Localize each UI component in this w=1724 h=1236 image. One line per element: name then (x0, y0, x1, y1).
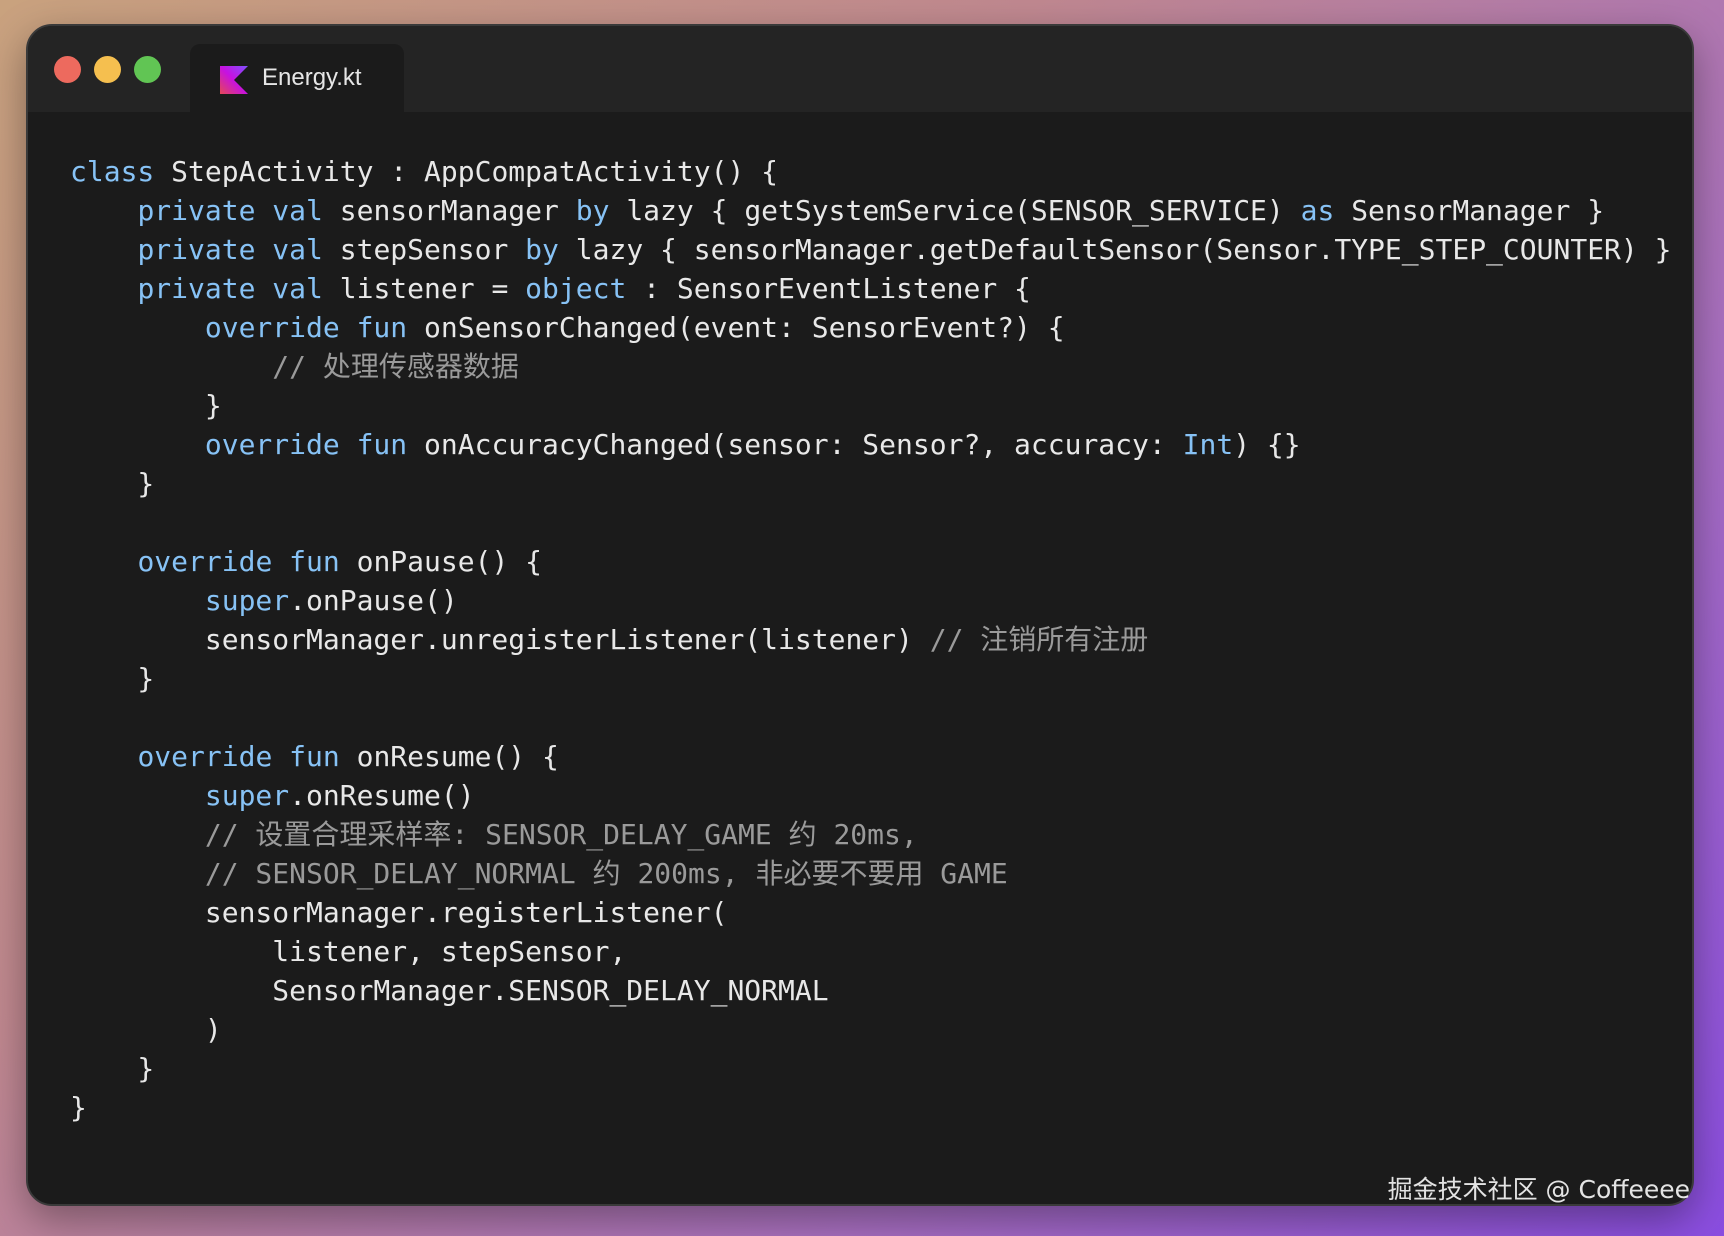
code-line: super.onResume() (70, 776, 1680, 815)
code-line: class StepActivity : AppCompatActivity()… (70, 152, 1680, 191)
code-text: sensorManager.registerListener( (70, 896, 728, 929)
code-text: onPause() { (339, 545, 543, 578)
code-text: } (70, 389, 222, 422)
code-keyword: class (70, 155, 155, 188)
code-keyword: override fun (137, 545, 340, 578)
file-tab[interactable]: Energy.kt (190, 44, 404, 114)
code-line: // 处理传感器数据 (70, 347, 1680, 386)
code-keyword: override fun (204, 311, 408, 344)
code-text: } (70, 1091, 87, 1124)
code-line: } (70, 386, 1680, 425)
code-text: StepActivity : AppCompatActivity() { (154, 155, 779, 188)
code-text: sensorManager (322, 194, 576, 227)
code-line: } (70, 1088, 1680, 1127)
code-text: } (70, 662, 155, 695)
code-editor[interactable]: class StepActivity : AppCompatActivity()… (70, 152, 1680, 1127)
code-text: lazy { sensorManager.getDefaultSensor(Se… (558, 233, 1672, 266)
code-text: SensorManager.SENSOR_DELAY_NORMAL (70, 974, 829, 1007)
code-text: listener, stepSensor, (70, 935, 627, 968)
code-line: private val stepSensor by lazy { sensorM… (70, 230, 1680, 269)
code-text: } (70, 467, 155, 500)
code-comment: // SENSOR_DELAY_NORMAL 约 200ms, 非必要不要用 G… (204, 857, 1008, 890)
code-text: .onPause() (289, 584, 458, 617)
code-keyword: override fun (137, 740, 340, 773)
code-line: } (70, 464, 1680, 503)
code-line: listener, stepSensor, (70, 932, 1680, 971)
minimize-window-button[interactable] (94, 56, 121, 83)
code-text: sensorManager.unregisterListener(listene… (70, 623, 930, 656)
code-text: listener = (322, 272, 526, 305)
title-bar: Energy.kt (28, 26, 1692, 114)
watermark: 掘金技术社区 @ Coffeeee (1387, 1175, 1690, 1204)
code-text: : SensorEventListener { (626, 272, 1031, 305)
code-text: onResume() { (339, 740, 559, 773)
code-keyword: by (525, 233, 559, 266)
code-text: stepSensor (322, 233, 526, 266)
code-line: override fun onResume() { (70, 737, 1680, 776)
close-window-button[interactable] (54, 56, 81, 83)
code-keyword: object (525, 272, 627, 305)
code-line: override fun onAccuracyChanged(sensor: S… (70, 425, 1680, 464)
file-tab-label: Energy.kt (262, 64, 362, 91)
code-text: .onResume() (289, 779, 475, 812)
zoom-window-button[interactable] (134, 56, 161, 83)
code-text: onAccuracyChanged(sensor: Sensor?, accur… (407, 428, 1183, 461)
code-text: } (70, 1052, 155, 1085)
code-keyword: super (204, 584, 290, 617)
code-keyword: private val (137, 194, 323, 227)
code-line: private val sensorManager by lazy { getS… (70, 191, 1680, 230)
code-keyword: by (575, 194, 610, 227)
code-line: override fun onPause() { (70, 542, 1680, 581)
code-line: sensorManager.registerListener( (70, 893, 1680, 932)
code-keyword: private val (137, 272, 323, 305)
code-text: lazy { getSystemService(SENSOR_SERVICE) (609, 194, 1301, 227)
code-comment: // 设置合理采样率: SENSOR_DELAY_GAME 约 20ms, (204, 818, 918, 851)
code-text: SensorManager } (1334, 194, 1605, 227)
code-comment: // 注销所有注册 (929, 623, 1149, 656)
kotlin-icon (220, 66, 248, 94)
code-line: } (70, 659, 1680, 698)
code-text: onSensorChanged(event: SensorEvent?) { (407, 311, 1065, 344)
code-line: ) (70, 1010, 1680, 1049)
code-keyword: Int (1182, 428, 1234, 461)
code-keyword: super (204, 779, 290, 812)
code-keyword: override fun (204, 428, 408, 461)
code-line: override fun onSensorChanged(event: Sens… (70, 308, 1680, 347)
code-line: SensorManager.SENSOR_DELAY_NORMAL (70, 971, 1680, 1010)
code-line: sensorManager.unregisterListener(listene… (70, 620, 1680, 659)
code-text: ) {} (1233, 428, 1301, 461)
code-line: } (70, 1049, 1680, 1088)
code-line: // SENSOR_DELAY_NORMAL 约 200ms, 非必要不要用 G… (70, 854, 1680, 893)
code-text: ) (70, 1013, 222, 1046)
code-comment: // 处理传感器数据 (272, 350, 519, 383)
code-line: super.onPause() (70, 581, 1680, 620)
code-line: private val listener = object : SensorEv… (70, 269, 1680, 308)
code-line: // 设置合理采样率: SENSOR_DELAY_GAME 约 20ms, (70, 815, 1680, 854)
code-keyword: as (1300, 194, 1335, 227)
code-keyword: private val (137, 233, 323, 266)
editor-window: Energy.kt class StepActivity : AppCompat… (26, 24, 1694, 1206)
